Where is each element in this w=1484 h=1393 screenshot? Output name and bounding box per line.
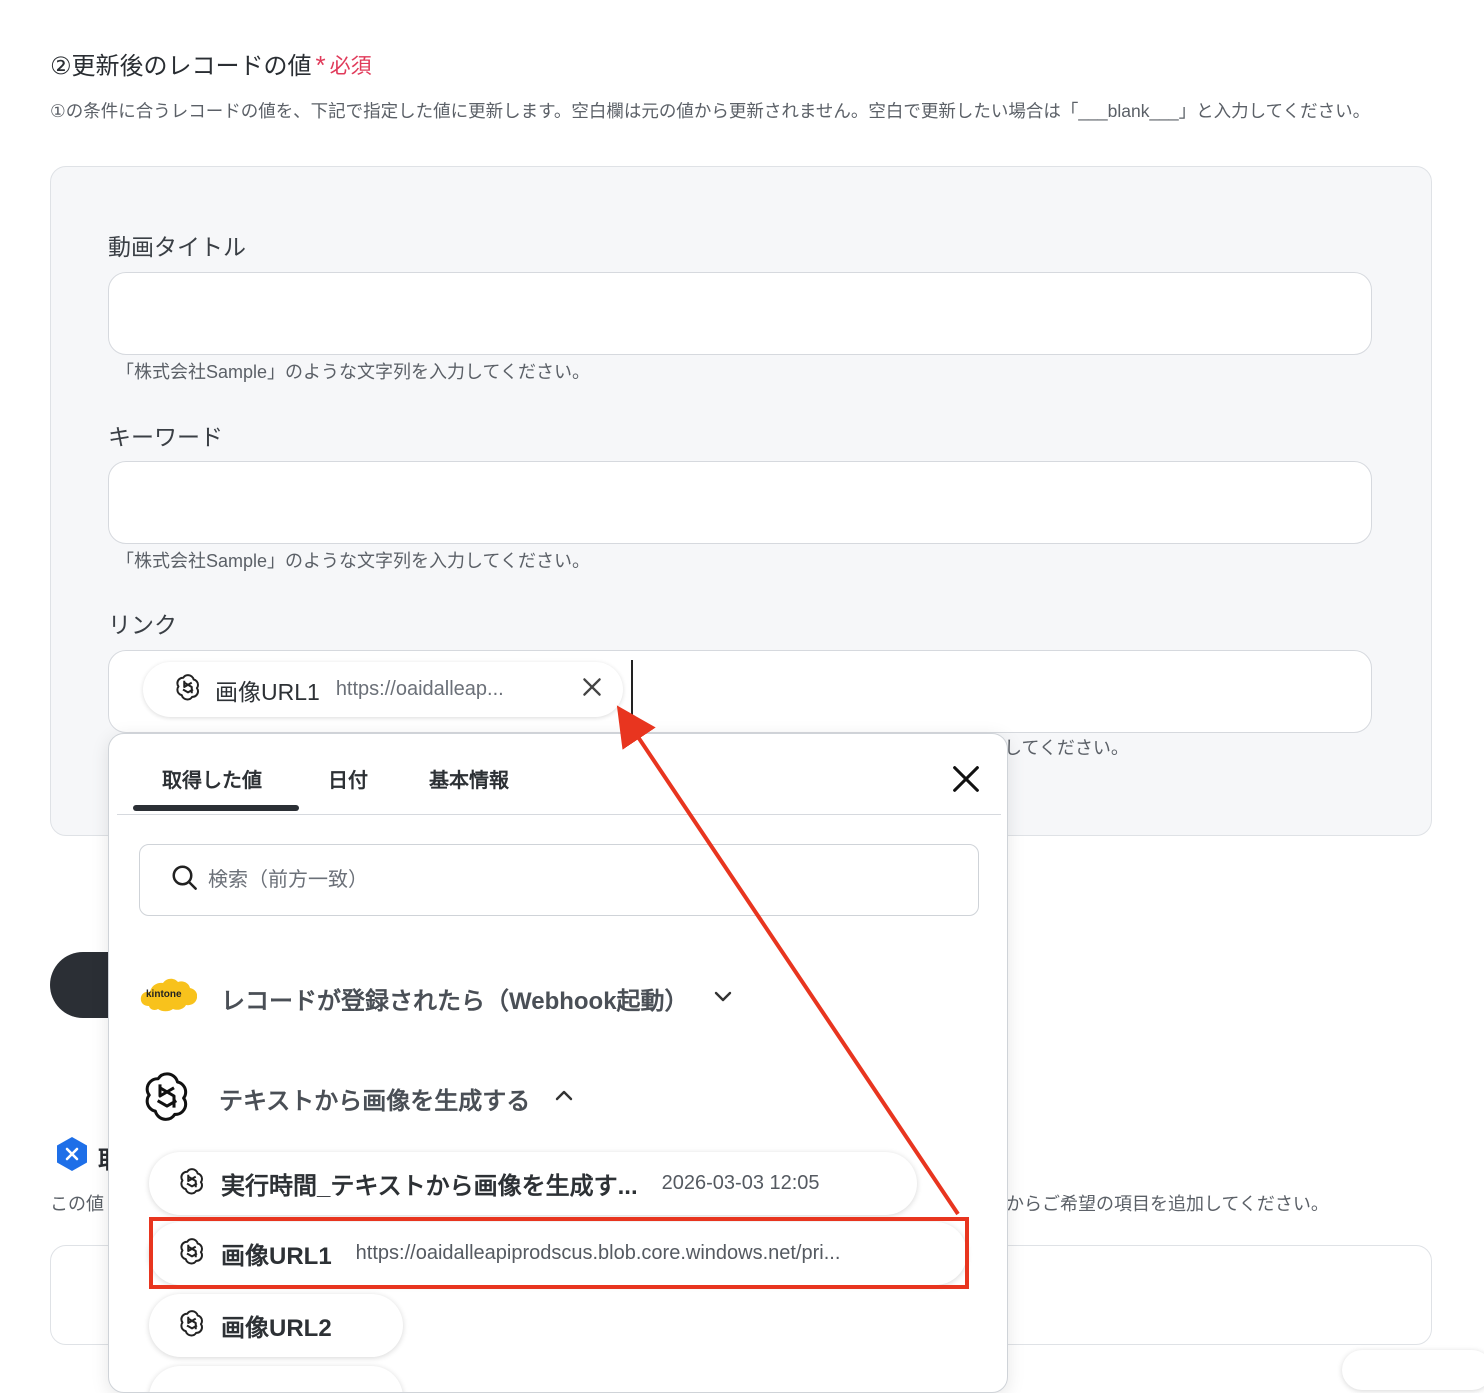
value-item-next[interactable] xyxy=(149,1366,403,1392)
annotation-arrow xyxy=(616,705,960,1216)
